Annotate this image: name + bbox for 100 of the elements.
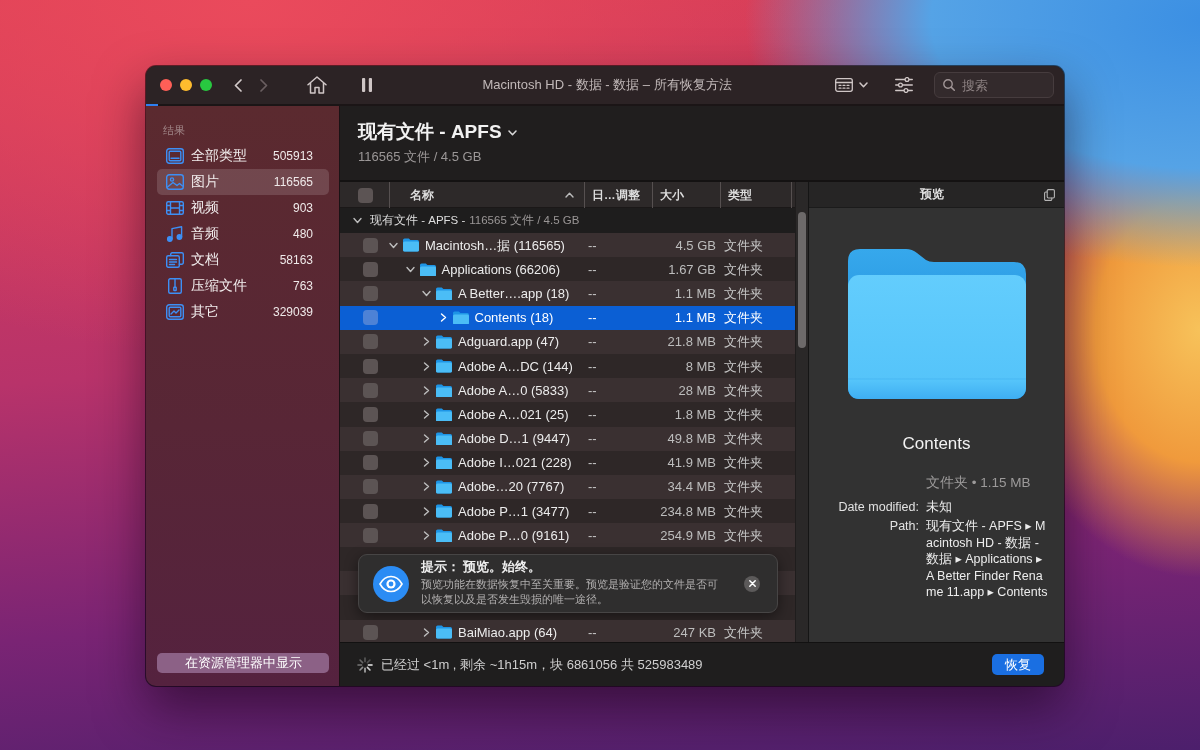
chevron-right-icon[interactable] (422, 434, 431, 444)
file-size: 4.5 GB (674, 237, 717, 253)
checkbox[interactable] (363, 503, 378, 519)
file-row[interactable]: Adobe…20 (7767) -- 34.4 MB 文件夹 (340, 474, 795, 500)
file-type: 文件夹 (723, 382, 764, 398)
file-size: 247 KB (672, 624, 717, 640)
modified-date: -- (587, 503, 598, 519)
chevron-right-icon[interactable] (422, 409, 431, 419)
file-row[interactable]: Macintosh…据 (116565) -- 4.5 GB 文件夹 (340, 233, 795, 258)
chevron-right-icon[interactable] (422, 458, 431, 468)
checkbox[interactable] (363, 624, 378, 640)
file-row[interactable]: A Better….app (18) -- 1.1 MB 文件夹 (340, 281, 795, 306)
checkbox[interactable] (363, 431, 378, 447)
file-name: Adguard.app (47) (458, 334, 560, 350)
sidebar-item[interactable]: 其它 329039 (157, 299, 329, 325)
checkbox[interactable] (363, 455, 378, 471)
status-text: 已经过 <1m , 剩余 ~1h15m，块 6861056 共 525983489 (381, 655, 704, 674)
modified-date: -- (587, 455, 598, 471)
file-name: Applications (66206) (441, 261, 561, 277)
group-row[interactable]: 现有文件 - APFS - 116565 文件 / 4.5 GB (340, 208, 795, 233)
modified-date: -- (587, 310, 598, 326)
file-row[interactable]: Contents (18) -- 1.1 MB 文件夹 (340, 305, 795, 330)
close-window-button[interactable] (160, 79, 172, 91)
sidebar-item[interactable]: 音频 480 (157, 221, 329, 247)
chevron-right-icon[interactable] (422, 482, 431, 492)
content-subtitle: 116565 文件 / 4.5 GB (358, 148, 483, 165)
file-size: 8 MB (684, 358, 717, 374)
file-name: BaiMiao.app (64) (458, 624, 557, 640)
file-name: Adobe D…1 (9447) (458, 431, 570, 447)
folder-icon (436, 383, 452, 397)
file-row[interactable]: Adobe A…0 (5833) -- 28 MB 文件夹 (340, 378, 795, 403)
chevron-down-icon[interactable] (389, 240, 398, 250)
chevron-right-icon[interactable] (438, 313, 448, 323)
close-button[interactable] (744, 575, 760, 592)
file-row[interactable]: BaiMiao.app (64) -- 247 KB 文件夹 (340, 620, 795, 642)
chevron-down-icon[interactable] (422, 288, 431, 298)
field-value: 未知 (926, 498, 953, 515)
modified-date: -- (587, 624, 598, 640)
chevron-right-icon[interactable] (422, 385, 431, 395)
file-type: 文件夹 (723, 479, 764, 495)
volume-menu-button[interactable]: 现有文件 - APFS (358, 119, 517, 145)
checkbox[interactable] (363, 261, 378, 277)
folder-icon (436, 456, 452, 470)
chevron-right-icon[interactable] (422, 361, 431, 371)
file-size: 21.8 MB (666, 334, 717, 350)
select-all-checkbox[interactable] (358, 187, 373, 203)
checkbox[interactable] (363, 237, 378, 253)
checkbox[interactable] (363, 479, 378, 495)
modified-date: -- (587, 479, 598, 495)
file-row[interactable]: Adobe D…1 (9447) -- 49.8 MB 文件夹 (340, 426, 795, 451)
modified-date: -- (587, 285, 598, 301)
checkbox[interactable] (363, 310, 378, 326)
chevron-down-icon[interactable] (405, 264, 415, 274)
search-field[interactable]: 搜索 (934, 72, 1054, 98)
sidebar-item[interactable]: 视频 903 (157, 195, 329, 221)
checkbox[interactable] (363, 285, 378, 301)
field-label: Date modified: (837, 498, 919, 515)
modified-date: -- (587, 358, 598, 374)
scrollbar-thumb[interactable] (798, 212, 806, 348)
documents-icon (166, 252, 184, 268)
framed-chart-icon (166, 304, 184, 320)
chevron-right-icon[interactable] (422, 337, 431, 347)
item-count: 763 (292, 279, 313, 293)
chevron-right-icon[interactable] (422, 506, 431, 516)
film-strip-icon (166, 200, 184, 216)
checkbox[interactable] (363, 334, 378, 350)
modified-date: -- (587, 237, 598, 253)
picture-icon (166, 174, 184, 190)
checkbox[interactable] (363, 527, 378, 543)
chevron-down-icon[interactable] (353, 216, 362, 225)
checkbox[interactable] (363, 406, 378, 422)
file-size: 34.4 MB (666, 479, 717, 495)
checkbox[interactable] (363, 358, 378, 374)
file-name: Adobe A…021 (25) (458, 406, 569, 422)
preview-file-name: Contents (902, 433, 971, 455)
sidebar-item[interactable]: 全部类型 505913 (157, 143, 329, 169)
recover-button[interactable]: 恢复 (992, 654, 1044, 675)
show-in-explorer-button[interactable]: 在资源管理器中显示 (157, 653, 329, 673)
folder-icon (403, 238, 419, 252)
sidebar-item[interactable]: 文档 58163 (157, 247, 329, 273)
copy-icon[interactable] (1044, 188, 1055, 201)
checkbox[interactable] (363, 382, 378, 398)
file-type: 文件夹 (723, 334, 764, 350)
file-type: 文件夹 (723, 285, 764, 301)
filter-button[interactable] (893, 74, 915, 96)
folder-icon (452, 310, 469, 325)
file-row[interactable]: Adobe P…0 (9161) -- 254.9 MB 文件夹 (340, 523, 795, 548)
minimize-window-button[interactable] (180, 79, 192, 91)
item-count: 903 (292, 201, 313, 215)
chevron-right-icon[interactable] (422, 530, 431, 540)
file-name: Macintosh…据 (116565) (425, 237, 565, 253)
zoom-window-button[interactable] (200, 79, 212, 91)
home-button[interactable] (305, 74, 329, 96)
file-name: Adobe P…1 (3477) (458, 503, 570, 519)
chevron-right-icon[interactable] (422, 627, 431, 637)
chevron-right-icon (260, 78, 268, 92)
file-row[interactable]: Adguard.app (47) -- 21.8 MB 文件夹 (340, 329, 795, 354)
zipper-file-icon (166, 278, 184, 294)
sidebar-item[interactable]: 图片 116565 (157, 169, 329, 195)
sidebar-item[interactable]: 压缩文件 763 (157, 273, 329, 299)
